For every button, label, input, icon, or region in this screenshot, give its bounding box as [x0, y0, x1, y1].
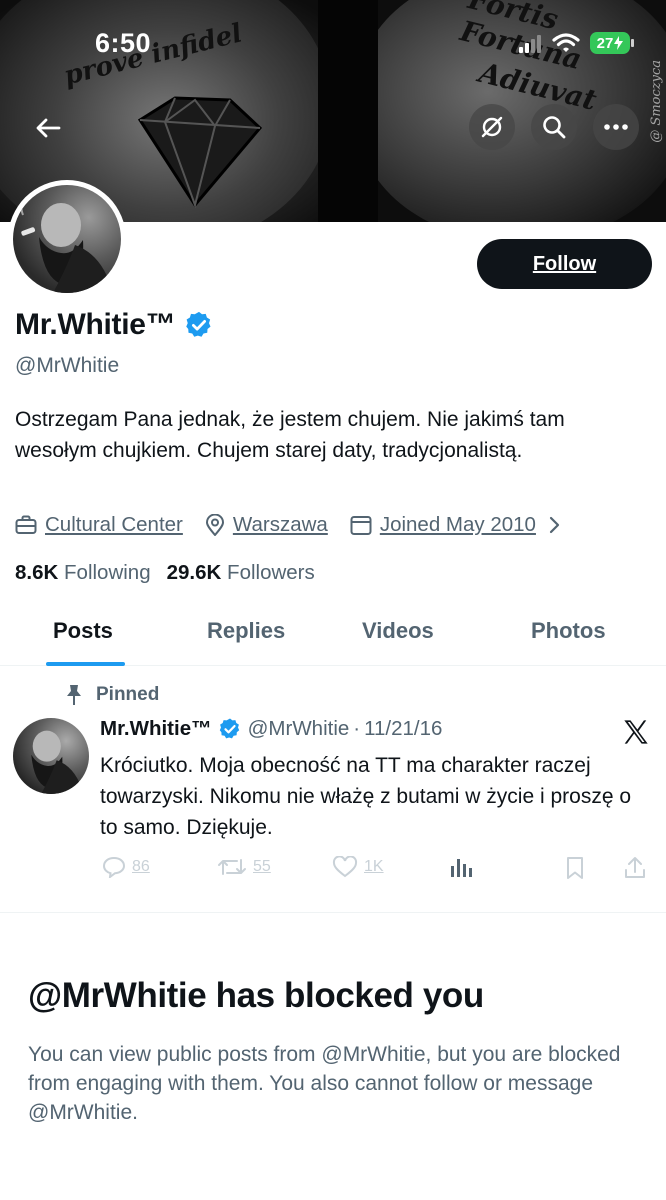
chevron-right-icon	[549, 516, 560, 534]
reply-count: 86	[132, 858, 150, 875]
post-actions: 86 55 1K	[100, 856, 650, 886]
post-author-avatar[interactable]	[13, 718, 89, 794]
post-header: Mr.Whitie™ @MrWhitie · 11/21/16	[100, 717, 442, 741]
views-button[interactable]	[450, 856, 472, 878]
followers-link[interactable]: 29.6K Followers	[167, 561, 315, 585]
post-avatar-image	[31, 730, 84, 794]
calendar-icon	[350, 516, 372, 535]
section-divider	[0, 912, 666, 913]
bookmark-icon	[567, 857, 583, 879]
more-dots-icon	[604, 124, 628, 130]
post-author-handle: @MrWhitie	[247, 717, 350, 740]
pinned-label: Pinned	[96, 684, 160, 705]
post-date[interactable]: 11/21/16	[364, 717, 442, 741]
back-arrow-icon	[36, 118, 61, 138]
back-button[interactable]	[28, 108, 68, 148]
meta-category[interactable]: Cultural Center	[15, 513, 183, 537]
repost-button[interactable]: 55	[217, 856, 271, 878]
meta-location-label: Warszawa	[232, 513, 328, 536]
post-body: Króciutko. Moja obecność na TT ma charak…	[100, 754, 632, 839]
more-options-button[interactable]	[593, 104, 639, 150]
meta-location[interactable]: Warszawa	[205, 513, 328, 537]
diamond-tattoo-icon	[137, 96, 263, 209]
tab-replies[interactable]: Replies	[207, 618, 285, 644]
avatar-portrait-image	[20, 194, 113, 293]
followers-label: Followers	[227, 561, 315, 584]
charging-bolt-icon	[614, 36, 624, 50]
briefcase-icon	[15, 515, 37, 534]
share-button[interactable]	[624, 856, 646, 880]
followers-count: 29.6K	[166, 561, 222, 584]
post-author-name[interactable]: Mr.Whitie™	[100, 717, 212, 741]
share-icon	[625, 857, 645, 878]
profile-avatar[interactable]	[8, 180, 126, 298]
status-icons: 27	[518, 32, 634, 54]
x-logo-icon	[624, 720, 648, 744]
follow-button[interactable]: Follow	[477, 239, 652, 289]
pinned-label-row: Pinned	[66, 684, 159, 706]
reply-icon	[102, 856, 126, 878]
following-link[interactable]: 8.6K Following	[15, 561, 151, 585]
follow-stats: 8.6K Following 29.6K Followers	[15, 561, 315, 585]
profile-bio: Ostrzegam Pana jednak, że jestem chujem.…	[15, 408, 565, 462]
grok-button[interactable]	[469, 104, 515, 150]
search-icon	[543, 116, 566, 139]
blocked-title: @MrWhitie has blocked you	[28, 976, 484, 1015]
verified-badge-icon[interactable]	[184, 310, 214, 340]
meta-joined-label: Joined May 2010	[379, 513, 536, 536]
tab-videos[interactable]: Videos	[362, 618, 434, 644]
active-tab-indicator	[46, 662, 125, 666]
following-count: 8.6K	[15, 561, 59, 584]
wifi-icon	[552, 33, 580, 52]
battery-indicator: 27	[590, 32, 634, 54]
repost-icon	[218, 859, 246, 875]
reply-button[interactable]: 86	[102, 856, 150, 878]
repost-count: 55	[253, 858, 271, 875]
grok-icon	[481, 116, 503, 138]
analytics-icon	[451, 859, 472, 877]
profile-handle: @MrWhitie	[15, 354, 120, 377]
profile-name-row: Mr.Whitie™	[15, 308, 214, 342]
battery-level: 27	[596, 34, 614, 52]
location-pin-icon	[205, 514, 224, 536]
tab-posts[interactable]: Posts	[53, 618, 113, 644]
profile-tabs: Posts Replies Videos Photos	[0, 604, 666, 666]
profile-display-name: Mr.Whitie™	[15, 308, 176, 341]
search-button[interactable]	[531, 104, 577, 150]
meta-category-label: Cultural Center	[45, 513, 183, 536]
post-separator: ·	[353, 717, 361, 740]
post-verified-badge-icon	[219, 718, 239, 739]
heart-icon	[332, 856, 358, 878]
meta-joined[interactable]: Joined May 2010	[350, 513, 560, 537]
like-count: 1K	[364, 858, 384, 875]
banner-watermark: @ Smoczyca	[649, 60, 664, 143]
pin-icon	[67, 685, 81, 705]
following-label: Following	[64, 561, 151, 584]
tab-photos[interactable]: Photos	[531, 618, 606, 644]
blocked-description: You can view public posts from @MrWhitie…	[28, 1043, 621, 1124]
banner-shadow	[318, 0, 378, 222]
avatar-photo	[13, 185, 121, 293]
bookmark-button[interactable]	[566, 856, 584, 880]
like-button[interactable]: 1K	[332, 856, 384, 878]
status-time: 6:50	[95, 28, 152, 58]
signal-icon	[519, 35, 541, 53]
profile-meta: Cultural Center Warszawa Joined May 2010	[15, 513, 582, 537]
